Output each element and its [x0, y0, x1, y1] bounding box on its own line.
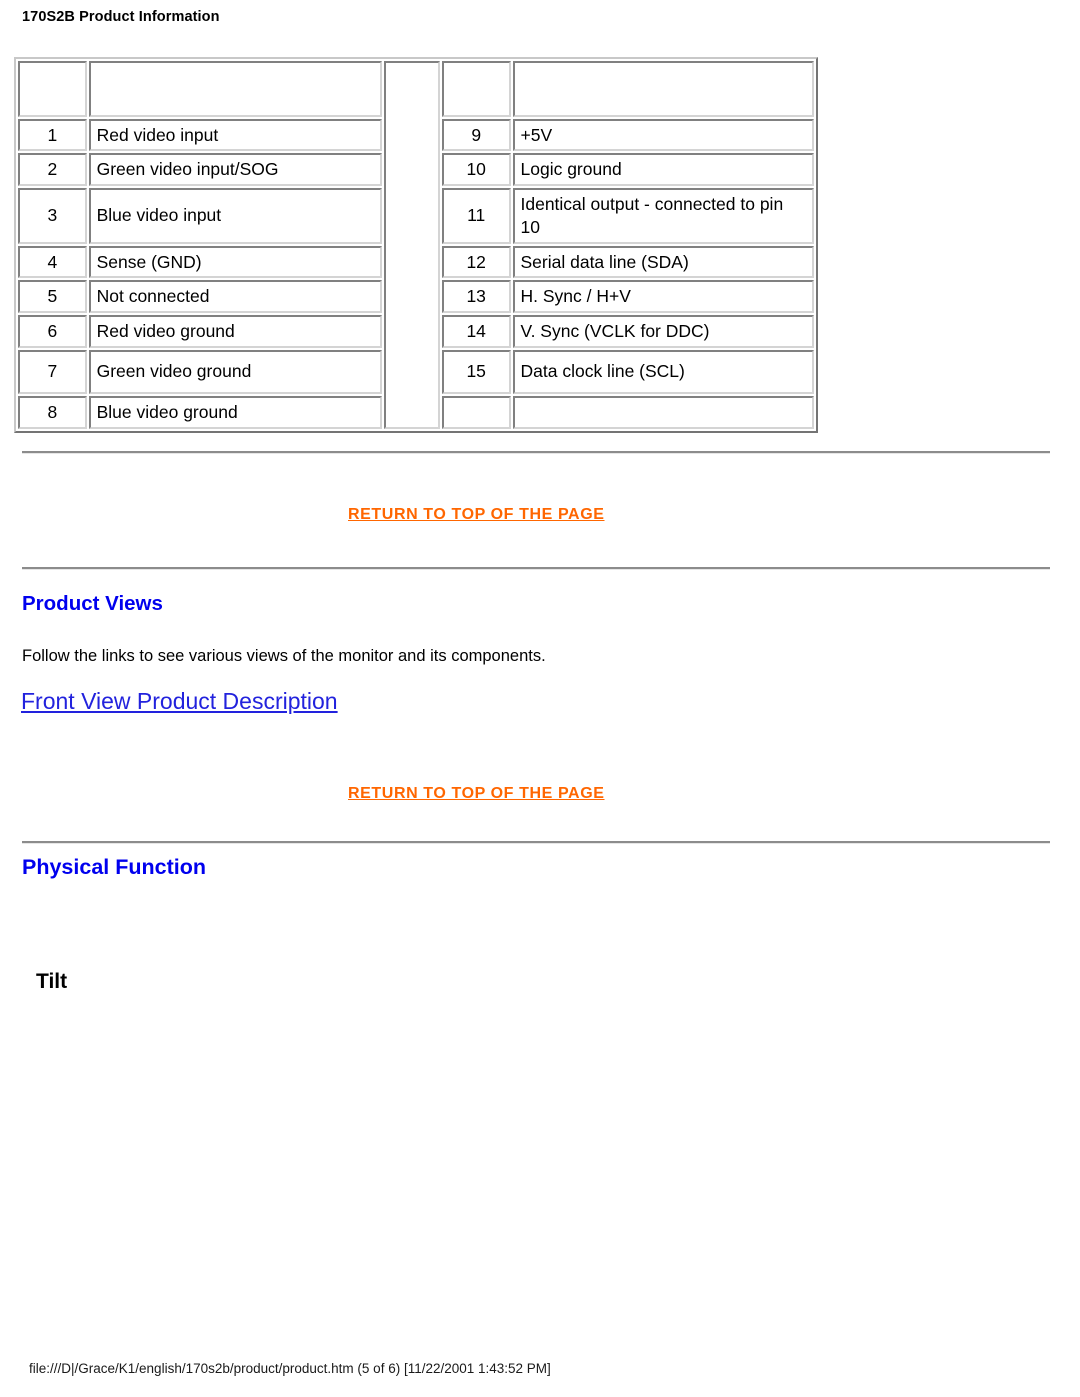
cell-assignment: Identical output - connected to pin 10: [512, 188, 814, 244]
cell-pin-no: 2: [18, 153, 87, 186]
cell-assignment: Sense (GND): [88, 245, 382, 279]
header-pin-no-left-line2: No.: [38, 89, 66, 110]
cell-assignment: Blue video ground: [88, 395, 382, 429]
product-views-body-text: Follow the links to see various views of…: [22, 647, 546, 665]
cell-assignment: Green video ground: [88, 349, 382, 394]
heading-physical-function: Physical Function: [22, 855, 206, 879]
footer-file-path: file:///D|/Grace/K1/english/170s2b/produ…: [29, 1361, 551, 1376]
cell-assignment: +5V: [512, 118, 814, 152]
pin-table-header-row: Pin No. Assignment Pin No. Assignment: [18, 61, 814, 429]
cell-assignment: Red video input: [88, 118, 382, 152]
return-to-top-link-2[interactable]: RETURN TO TOP OF THE PAGE: [348, 785, 605, 803]
header-pin-no-right-line2: No.: [462, 89, 490, 110]
header-pin-no-left: Pin No.: [18, 61, 87, 117]
pin-assignment-table: Pin No. Assignment Pin No. Assignment 1 Red vid…: [14, 57, 818, 433]
cell-pin-no: 6: [18, 315, 87, 348]
cell-assignment: Logic ground: [512, 153, 814, 186]
header-pin-no-left-line1: Pin: [39, 67, 65, 87]
horizontal-rule-3: [22, 841, 1050, 844]
cell-assignment: V. Sync (VCLK for DDC): [512, 315, 814, 348]
heading-product-views: Product Views: [22, 592, 163, 615]
horizontal-rule-1: [22, 451, 1050, 454]
cell-pin-no: 1: [18, 118, 87, 152]
header-assignment-left: Assignment: [88, 61, 382, 117]
cell-pin-no: 8: [18, 395, 87, 429]
table-center-spacer: [383, 61, 440, 429]
cell-pin-no: 7: [18, 349, 87, 394]
cell-assignment: Red video ground: [88, 315, 382, 348]
cell-pin-no: 12: [441, 245, 511, 279]
cell-pin-no: 3: [18, 188, 87, 244]
cell-pin-no: 4: [18, 245, 87, 279]
front-view-product-description-link[interactable]: Front View Product Description: [21, 688, 338, 715]
cell-assignment: Green video input/SOG: [88, 153, 382, 186]
cell-pin-no: 11: [441, 188, 511, 244]
cell-assignment: H. Sync / H+V: [512, 280, 814, 313]
cell-pin-no: 13: [441, 280, 511, 313]
cell-assignment: Not connected: [88, 280, 382, 313]
return-to-top-link-1[interactable]: RETURN TO TOP OF THE PAGE: [348, 506, 605, 524]
cell-pin-no: [441, 395, 511, 429]
cell-pin-no: 9: [441, 118, 511, 152]
cell-assignment: Blue video input: [88, 188, 382, 244]
horizontal-rule-2: [22, 567, 1050, 570]
subheading-tilt: Tilt: [36, 970, 68, 993]
cell-assignment: Data clock line (SCL): [512, 349, 814, 394]
cell-pin-no: 10: [441, 153, 511, 186]
cell-pin-no: 5: [18, 280, 87, 313]
cell-assignment: [512, 395, 814, 429]
pin-assignment-table-wrap: Pin No. Assignment Pin No. Assignment 1 Red vid…: [14, 57, 818, 433]
header-pin-no-right-line1: Pin: [463, 67, 489, 87]
cell-pin-no: 14: [441, 315, 511, 348]
header-assignment-right: Assignment: [512, 61, 814, 117]
header-pin-no-right: Pin No.: [441, 61, 511, 117]
cell-assignment: Serial data line (SDA): [512, 245, 814, 279]
cell-pin-no: 15: [441, 349, 511, 394]
page-title: 170S2B Product Information: [22, 9, 220, 25]
